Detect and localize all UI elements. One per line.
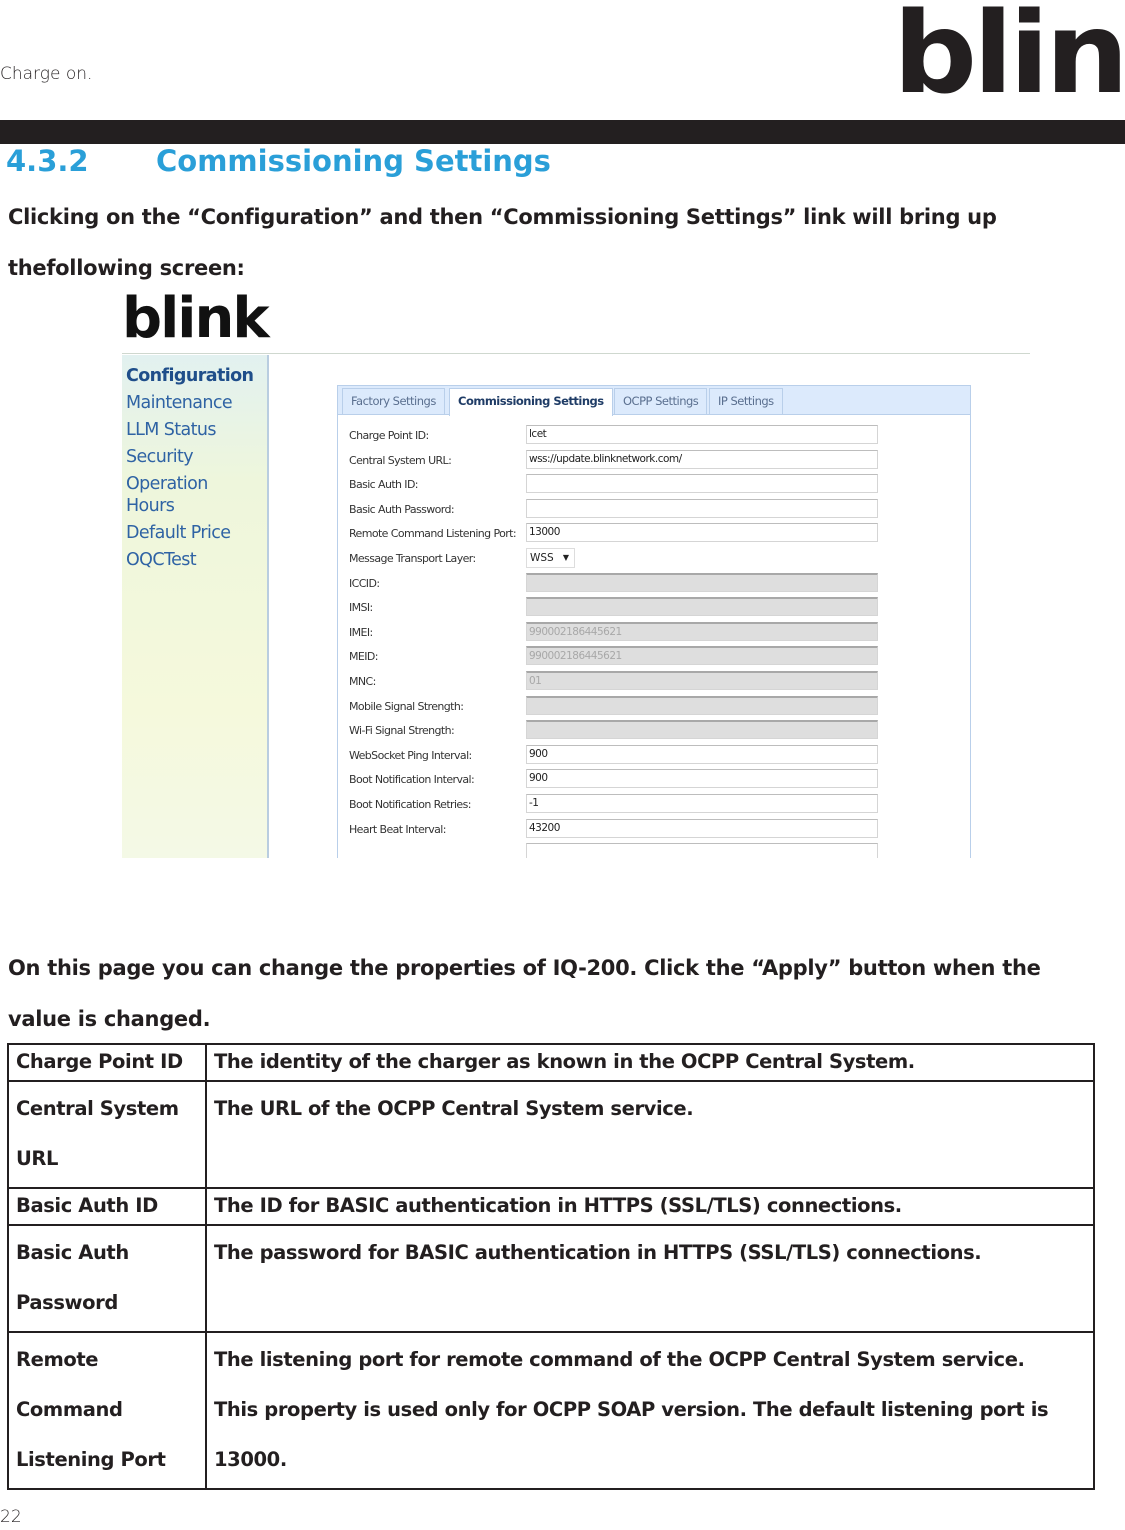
message-transport-layer-value: WSS bbox=[530, 551, 554, 564]
sidebar-item-security[interactable]: Security bbox=[122, 446, 253, 468]
basic-auth-password-label: Basic Auth Password: bbox=[349, 502, 455, 516]
charge-point-id-label: Charge Point ID: bbox=[349, 429, 429, 442]
settings-panel: Factory Settings Commissioning Settings OC… bbox=[337, 385, 971, 858]
tab-ocpp-settings[interactable]: OCPP Settings bbox=[614, 388, 708, 414]
blink-logo: blink bbox=[893, 0, 1125, 119]
mobile-signal-strength-field bbox=[526, 695, 878, 715]
message-transport-layer-select[interactable]: WSS ▼ bbox=[526, 547, 575, 568]
sidebar-item-default-price[interactable]: Default Price bbox=[122, 522, 253, 544]
mnc-label: MNC: bbox=[349, 674, 376, 688]
meid-field: 990002186445621 bbox=[526, 646, 878, 666]
iccid-field bbox=[526, 572, 878, 592]
setting-name: Basic Auth ID bbox=[16, 1194, 158, 1217]
table-row: Central System URL The URL of the OCPP Cen… bbox=[7, 1080, 1095, 1189]
header-tagline: Charge on. bbox=[0, 64, 93, 84]
setting-name-cell: Central System URL bbox=[7, 1080, 207, 1189]
setting-description: This property is used only for OCPP SOAP… bbox=[214, 1398, 1049, 1421]
setting-name-cell: Remote Command Listening Port bbox=[7, 1331, 207, 1490]
setting-description: The URL of the OCPP Central System servi… bbox=[214, 1097, 694, 1120]
commissioning-screenshot: blink Configuration Maintenance LLM Status… bbox=[112, 292, 1032, 858]
meid-label: MEID: bbox=[349, 650, 378, 664]
setting-name: Charge Point ID bbox=[16, 1050, 183, 1073]
sidebar-item-configuration[interactable]: Configuration bbox=[122, 365, 254, 387]
setting-name-cell: Basic Auth Password bbox=[7, 1224, 207, 1333]
imei-field: 990002186445621 bbox=[526, 621, 878, 641]
setting-description-cell: The password for BASIC authentication in… bbox=[205, 1224, 1095, 1333]
table-row: Remote Command Listening Port The listening… bbox=[7, 1331, 1095, 1490]
imsi-field bbox=[526, 597, 878, 617]
heart-beat-interval-field[interactable]: 43200 bbox=[526, 818, 878, 838]
page-number: 22 bbox=[0, 1507, 22, 1527]
remote-command-listening-port-label: Remote Command Listening Port: bbox=[349, 527, 517, 541]
table-row: Basic Auth ID The ID for BASIC authentica… bbox=[7, 1187, 1095, 1226]
intro-line-1: Clicking on the “Configuration” and then… bbox=[8, 205, 997, 229]
sidebar-item-oqctest[interactable]: OQCTest bbox=[122, 549, 253, 571]
setting-description: The ID for BASIC authentication in HTTPS… bbox=[214, 1194, 902, 1217]
central-system-url-field[interactable]: wss://update.blinknetwork.com/ bbox=[526, 449, 878, 469]
setting-description-cell: The identity of the charger as known in … bbox=[205, 1043, 1095, 1082]
charge-point-id-field[interactable]: lcet bbox=[526, 425, 878, 444]
section-title: Commissioning Settings bbox=[156, 144, 551, 178]
setting-description: The listening port for remote command of… bbox=[214, 1348, 1025, 1371]
imsi-label: IMSI: bbox=[349, 601, 373, 615]
setting-name: Basic Auth bbox=[16, 1241, 129, 1264]
table-row: Basic Auth Password The password for BASIC… bbox=[7, 1224, 1095, 1333]
heart-beat-interval-label: Heart Beat Interval: bbox=[349, 822, 446, 836]
setting-description: The password for BASIC authentication in… bbox=[214, 1241, 982, 1264]
boot-notification-interval-field[interactable]: 900 bbox=[526, 769, 878, 789]
section-number: 4.3.2 bbox=[6, 144, 89, 178]
setting-description: 13000. bbox=[214, 1448, 287, 1471]
setting-name: Password bbox=[16, 1291, 118, 1314]
sidebar-item-maintenance[interactable]: Maintenance bbox=[122, 392, 253, 414]
settings-description-table: Charge Point ID The identity of the charg… bbox=[7, 1043, 1095, 1490]
websocket-ping-interval-field[interactable]: 900 bbox=[526, 744, 878, 764]
body-line-2: value is changed. bbox=[8, 1007, 211, 1031]
screenshot-divider bbox=[122, 353, 1030, 354]
setting-name: Remote bbox=[16, 1348, 99, 1371]
boot-notification-retries-label: Boot Notification Retries: bbox=[349, 797, 471, 811]
sidebar-item-operation-hours[interactable]: Operation Hours bbox=[122, 473, 226, 517]
setting-name-cell: Charge Point ID bbox=[7, 1043, 207, 1082]
mnc-field: 01 bbox=[526, 670, 878, 690]
basic-auth-id-label: Basic Auth ID: bbox=[349, 478, 419, 492]
setting-description-cell: The listening port for remote command of… bbox=[205, 1331, 1095, 1490]
tab-commissioning-settings[interactable]: Commissioning Settings bbox=[449, 388, 613, 416]
mobile-signal-strength-label: Mobile Signal Strength: bbox=[349, 699, 464, 713]
setting-name: Central System bbox=[16, 1097, 179, 1120]
tab-factory-settings[interactable]: Factory Settings bbox=[342, 388, 445, 414]
boot-notification-retries-field[interactable]: -1 bbox=[526, 793, 878, 813]
partial-field[interactable] bbox=[526, 843, 878, 858]
setting-name: URL bbox=[16, 1147, 59, 1170]
settings-tabbar: Factory Settings Commissioning Settings OC… bbox=[338, 386, 970, 416]
setting-description-cell: The ID for BASIC authentication in HTTPS… bbox=[205, 1187, 1095, 1226]
sidebar-item-llm-status[interactable]: LLM Status bbox=[122, 419, 253, 441]
boot-notification-interval-label: Boot Notification Interval: bbox=[349, 773, 475, 787]
wi-fi-signal-strength-field bbox=[526, 720, 878, 740]
message-transport-layer-label: Message Transport Layer: bbox=[349, 551, 476, 565]
basic-auth-id-field[interactable] bbox=[526, 474, 878, 494]
intro-line-2: thefollowing screen: bbox=[8, 256, 245, 280]
chevron-down-icon: ▼ bbox=[562, 552, 569, 562]
remote-command-listening-port-field[interactable]: 13000 bbox=[526, 523, 878, 543]
tab-ip-settings[interactable]: IP Settings bbox=[709, 388, 783, 414]
websocket-ping-interval-label: WebSocket Ping Interval: bbox=[349, 748, 472, 762]
wi-fi-signal-strength-label: Wi-Fi Signal Strength: bbox=[349, 724, 455, 738]
table-row: Charge Point ID The identity of the charg… bbox=[7, 1043, 1095, 1082]
basic-auth-password-field[interactable] bbox=[526, 498, 878, 518]
central-system-url-label: Central System URL: bbox=[349, 453, 452, 467]
screenshot-blink-logo: blink bbox=[122, 292, 270, 351]
iccid-label: ICCID: bbox=[349, 576, 380, 590]
setting-description-cell: The URL of the OCPP Central System servi… bbox=[205, 1080, 1095, 1189]
setting-name-cell: Basic Auth ID bbox=[7, 1187, 207, 1226]
section-heading: 4.3.2 Commissioning Settings bbox=[6, 144, 551, 178]
imei-label: IMEI: bbox=[349, 625, 373, 639]
setting-description: The identity of the charger as known in … bbox=[214, 1050, 915, 1073]
setting-name: Command bbox=[16, 1398, 123, 1421]
header-bar bbox=[0, 120, 1125, 144]
screenshot-sidebar: Configuration Maintenance LLM Status Securi… bbox=[122, 355, 269, 858]
setting-name: Listening Port bbox=[16, 1448, 166, 1471]
body-line-1: On this page you can change the properti… bbox=[8, 956, 1041, 980]
